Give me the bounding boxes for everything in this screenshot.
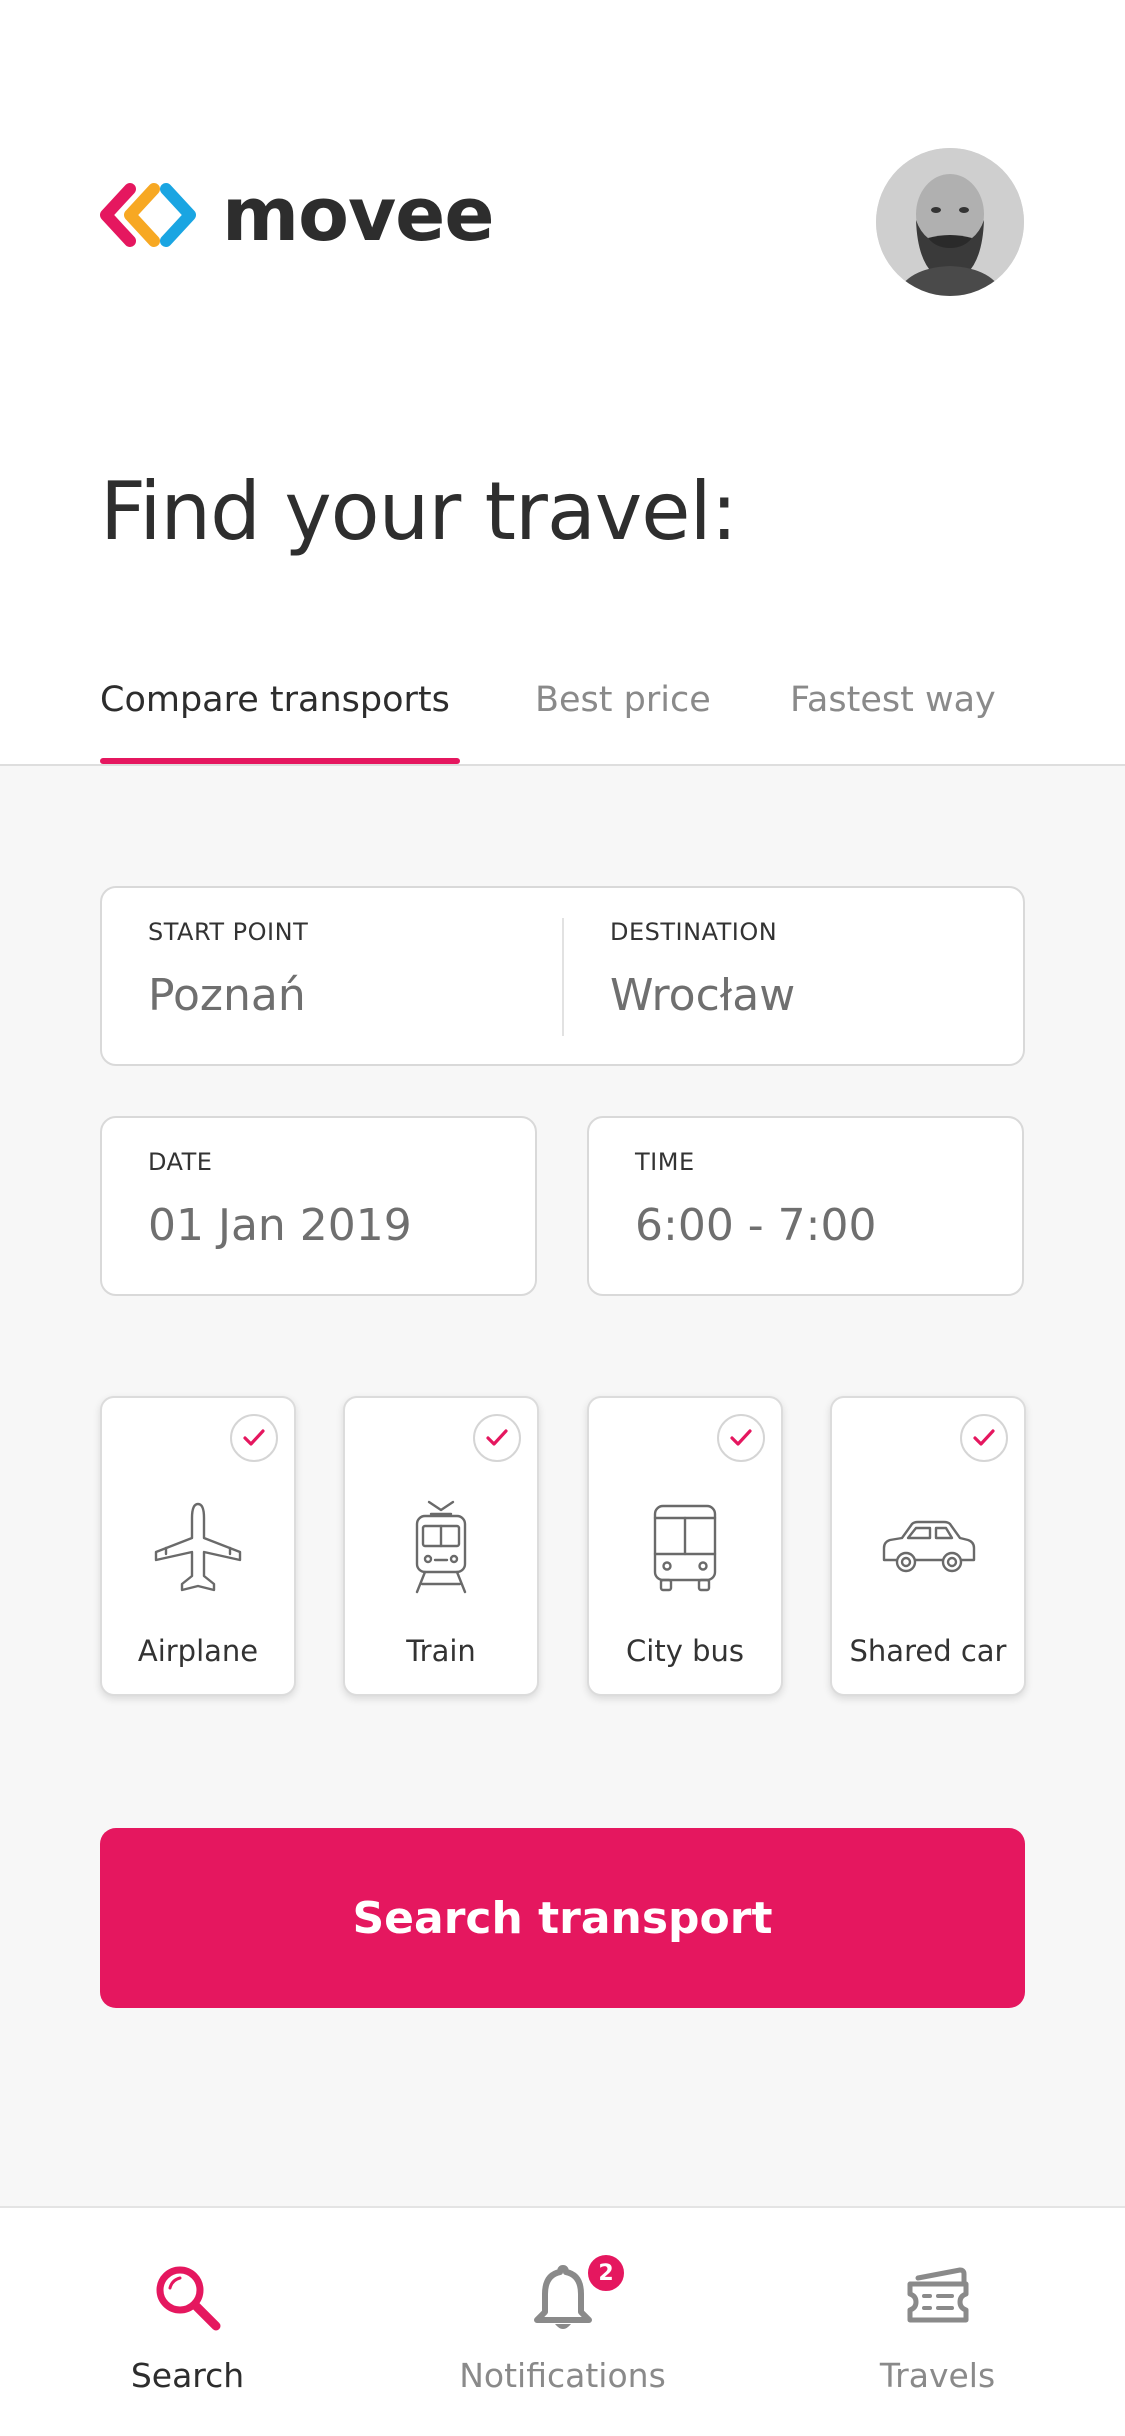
- transport-label: Airplane: [137, 1634, 259, 1668]
- time-field[interactable]: TIME 6:00 - 7:00: [587, 1116, 1024, 1296]
- search-transport-button[interactable]: Search transport: [100, 1828, 1025, 2008]
- nav-label: Search: [130, 2356, 245, 2395]
- notification-badge: 2: [585, 2252, 627, 2294]
- car-icon: [882, 1520, 976, 1573]
- tab-compare-transports[interactable]: Compare transports: [100, 680, 460, 764]
- start-point-value[interactable]: Poznań: [148, 970, 306, 1021]
- transport-label: Train: [406, 1634, 476, 1668]
- checkmark-icon[interactable]: [717, 1414, 765, 1462]
- bus-icon: [653, 1504, 717, 1592]
- tab-label: Compare transports: [100, 680, 450, 720]
- checkmark-icon[interactable]: [960, 1414, 1008, 1462]
- time-label: TIME: [635, 1148, 695, 1176]
- transport-label: City bus: [626, 1634, 744, 1668]
- search-icon: [156, 2266, 220, 2331]
- header: movee Find your travel: Compare transpor…: [0, 0, 1125, 766]
- app-logo[interactable]: movee: [100, 172, 495, 258]
- nav-label: Notifications: [459, 2356, 666, 2395]
- nav-item-search[interactable]: Search: [0, 2208, 375, 2436]
- transport-label: Shared car: [849, 1634, 1007, 1668]
- brand-name: movee: [222, 172, 495, 258]
- nav-item-notifications[interactable]: 2 Notifications: [375, 2208, 750, 2436]
- date-value[interactable]: 01 Jan 2019: [148, 1200, 412, 1251]
- tab-best-price[interactable]: Best price: [535, 680, 711, 764]
- airplane-icon: [154, 1502, 242, 1592]
- route-fields: START POINT Poznań DESTINATION Wrocław: [100, 886, 1025, 1066]
- destination-label: DESTINATION: [610, 918, 778, 946]
- transport-card-bus[interactable]: City bus: [587, 1396, 783, 1696]
- train-icon: [415, 1500, 467, 1594]
- destination-value[interactable]: Wrocław: [610, 970, 795, 1021]
- checkmark-icon[interactable]: [230, 1414, 278, 1462]
- nav-item-travels[interactable]: Travels: [750, 2208, 1125, 2436]
- tab-fastest-way[interactable]: Fastest way: [790, 680, 996, 764]
- transport-card-airplane[interactable]: Airplane: [100, 1396, 296, 1696]
- nav-label: Travels: [879, 2356, 996, 2395]
- date-label: DATE: [148, 1148, 213, 1176]
- date-field[interactable]: DATE 01 Jan 2019: [100, 1116, 537, 1296]
- transport-card-car[interactable]: Shared car: [830, 1396, 1026, 1696]
- avatar[interactable]: [876, 148, 1024, 296]
- tab-label: Fastest way: [790, 680, 996, 720]
- page-title: Find your travel:: [100, 465, 738, 558]
- tab-bar: Compare transports Best price Fastest wa…: [0, 680, 1125, 766]
- checkmark-icon[interactable]: [473, 1414, 521, 1462]
- start-point-label: START POINT: [148, 918, 309, 946]
- user-avatar-icon: [876, 148, 1024, 296]
- ticket-icon: [907, 2267, 968, 2323]
- tab-label: Best price: [535, 680, 711, 720]
- logo-mark-icon: [100, 183, 196, 247]
- transport-card-train[interactable]: Train: [343, 1396, 539, 1696]
- bottom-nav: Search 2 Notifications Travels: [0, 2206, 1125, 2436]
- time-value[interactable]: 6:00 - 7:00: [635, 1200, 876, 1251]
- route-divider: [562, 918, 564, 1036]
- search-form: START POINT Poznań DESTINATION Wrocław D…: [0, 766, 1125, 2206]
